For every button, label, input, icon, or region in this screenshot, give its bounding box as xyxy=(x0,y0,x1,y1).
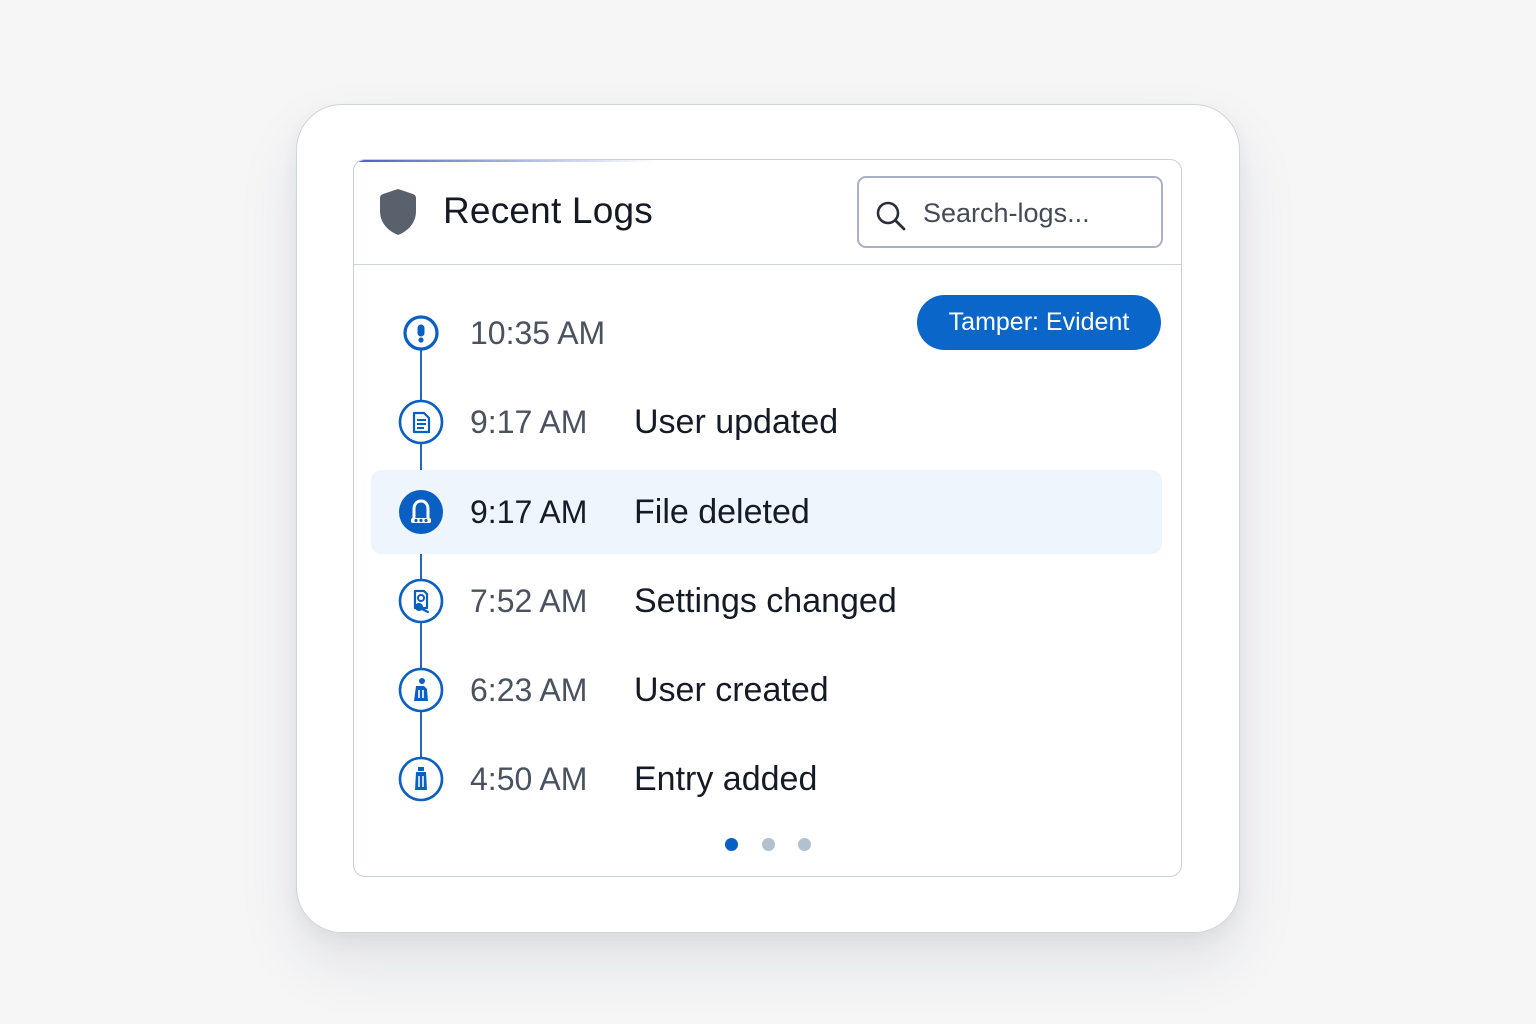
log-time: 4:50 AM xyxy=(470,761,588,797)
log-row[interactable]: 10:35 AM xyxy=(354,291,1181,375)
page-dot-1[interactable] xyxy=(725,838,738,851)
lock-icon xyxy=(399,490,443,534)
panel-header: Recent Logs Search-logs... xyxy=(354,160,1181,265)
search-input[interactable]: Search-logs... xyxy=(857,176,1163,248)
log-time: 10:35 AM xyxy=(470,315,606,351)
page-title: Recent Logs xyxy=(443,190,653,231)
pagination-dots xyxy=(354,838,1181,854)
alert-icon xyxy=(403,315,439,351)
log-event: User created xyxy=(634,671,829,709)
log-event: Entry added xyxy=(634,760,818,798)
settings-document-icon xyxy=(398,578,444,624)
shield-icon xyxy=(380,189,416,235)
log-row[interactable]: 9:17 AM User updated xyxy=(354,380,1181,464)
log-row[interactable]: 6:23 AM User created xyxy=(354,648,1181,732)
log-event: Settings changed xyxy=(634,582,897,620)
log-time: 7:52 AM xyxy=(470,583,588,619)
entry-building-icon xyxy=(398,756,444,802)
page-dot-3[interactable] xyxy=(798,838,811,851)
search-icon xyxy=(876,201,906,231)
user-building-icon xyxy=(398,667,444,713)
log-time: 6:23 AM xyxy=(470,672,588,708)
log-event: File deleted xyxy=(634,493,810,531)
log-row[interactable]: 7:52 AM Settings changed xyxy=(354,559,1181,643)
log-time: 9:17 AM xyxy=(470,404,588,440)
log-row-selected[interactable]: 9:17 AM File deleted xyxy=(354,470,1181,554)
search-placeholder: Search-logs... xyxy=(923,198,1090,228)
log-time: 9:17 AM xyxy=(470,494,588,530)
document-icon xyxy=(398,399,444,445)
log-row[interactable]: 4:50 AM Entry added xyxy=(354,737,1181,821)
log-event: User updated xyxy=(634,403,839,441)
recent-logs-panel: Recent Logs Search-logs... Tamper: Evide… xyxy=(353,159,1182,877)
page-dot-2[interactable] xyxy=(762,838,775,851)
